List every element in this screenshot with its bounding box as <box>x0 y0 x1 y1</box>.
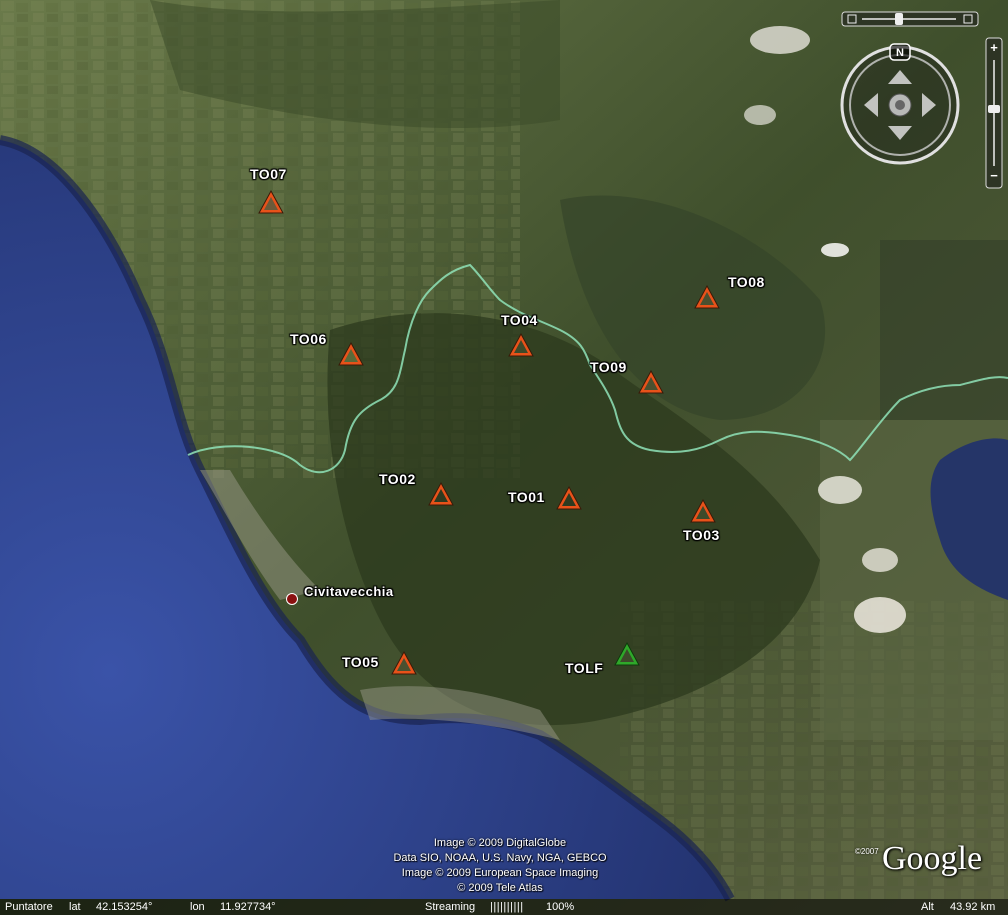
lat-label: lat <box>69 901 81 913</box>
streaming-percent: 100% <box>546 901 575 913</box>
station-label-TO06: TO06 <box>290 331 327 347</box>
station-marker-TO03[interactable] <box>689 498 717 524</box>
station-marker-TOLF[interactable] <box>613 641 641 667</box>
compass-north-letter: N <box>896 47 904 59</box>
station-label-TO05: TO05 <box>342 654 379 670</box>
station-marker-TO06[interactable] <box>337 341 365 367</box>
station-label-TO08: TO08 <box>728 274 765 290</box>
logo-copyright: ©2007 <box>855 847 879 856</box>
station-marker-TO07[interactable] <box>257 189 285 215</box>
station-marker-TO04[interactable] <box>507 332 535 358</box>
svg-text:−: − <box>990 168 998 183</box>
google-logo: ©2007 Google <box>855 838 1000 884</box>
station-marker-TO02[interactable] <box>427 481 455 507</box>
station-marker-TO05[interactable] <box>390 650 418 676</box>
credit-line: © 2009 Tele Atlas <box>457 882 543 894</box>
altitude-label: Alt <box>921 901 934 913</box>
streaming-progress-bar: |||||||||| <box>490 901 524 913</box>
station-label-TO04: TO04 <box>501 312 538 328</box>
station-marker-TO09[interactable] <box>637 369 665 395</box>
zoom-slider[interactable]: + − <box>985 37 1003 189</box>
station-label-TO01: TO01 <box>508 489 545 505</box>
imagery-credits: Image © 2009 DigitalGlobe Data SIO, NOAA… <box>340 836 660 896</box>
station-marker-TO01[interactable] <box>555 485 583 511</box>
navigation-controls: N + − <box>828 8 1008 198</box>
lon-label: lon <box>190 901 205 913</box>
streaming-label: Streaming <box>425 901 476 913</box>
altitude-value: 43.92 km <box>950 901 996 913</box>
station-label-TO07: TO07 <box>250 166 287 182</box>
svg-text:+: + <box>990 40 998 55</box>
logo-text: Google <box>882 840 983 877</box>
pointer-label: Puntatore <box>5 901 53 913</box>
tilt-slider[interactable] <box>841 11 979 27</box>
credit-line: Image © 2009 DigitalGlobe <box>433 837 567 849</box>
status-bar: Puntatore lat 42.153254° lon 11.927734° … <box>0 899 1008 915</box>
station-label-TO09: TO09 <box>590 359 627 375</box>
city-marker-civitavecchia[interactable] <box>286 593 298 605</box>
credit-line: Image © 2009 European Space Imaging <box>401 867 599 879</box>
station-label-TO02: TO02 <box>379 471 416 487</box>
credit-line: Data SIO, NOAA, U.S. Navy, NGA, GEBCO <box>393 852 607 864</box>
station-marker-TO08[interactable] <box>693 284 721 310</box>
station-label-TO03: TO03 <box>683 527 720 543</box>
lon-value: 11.927734° <box>220 901 276 913</box>
station-label-TOLF: TOLF <box>565 660 604 676</box>
city-label-civitavecchia: Civitavecchia <box>304 584 394 599</box>
lat-value: 42.153254° <box>96 901 153 913</box>
